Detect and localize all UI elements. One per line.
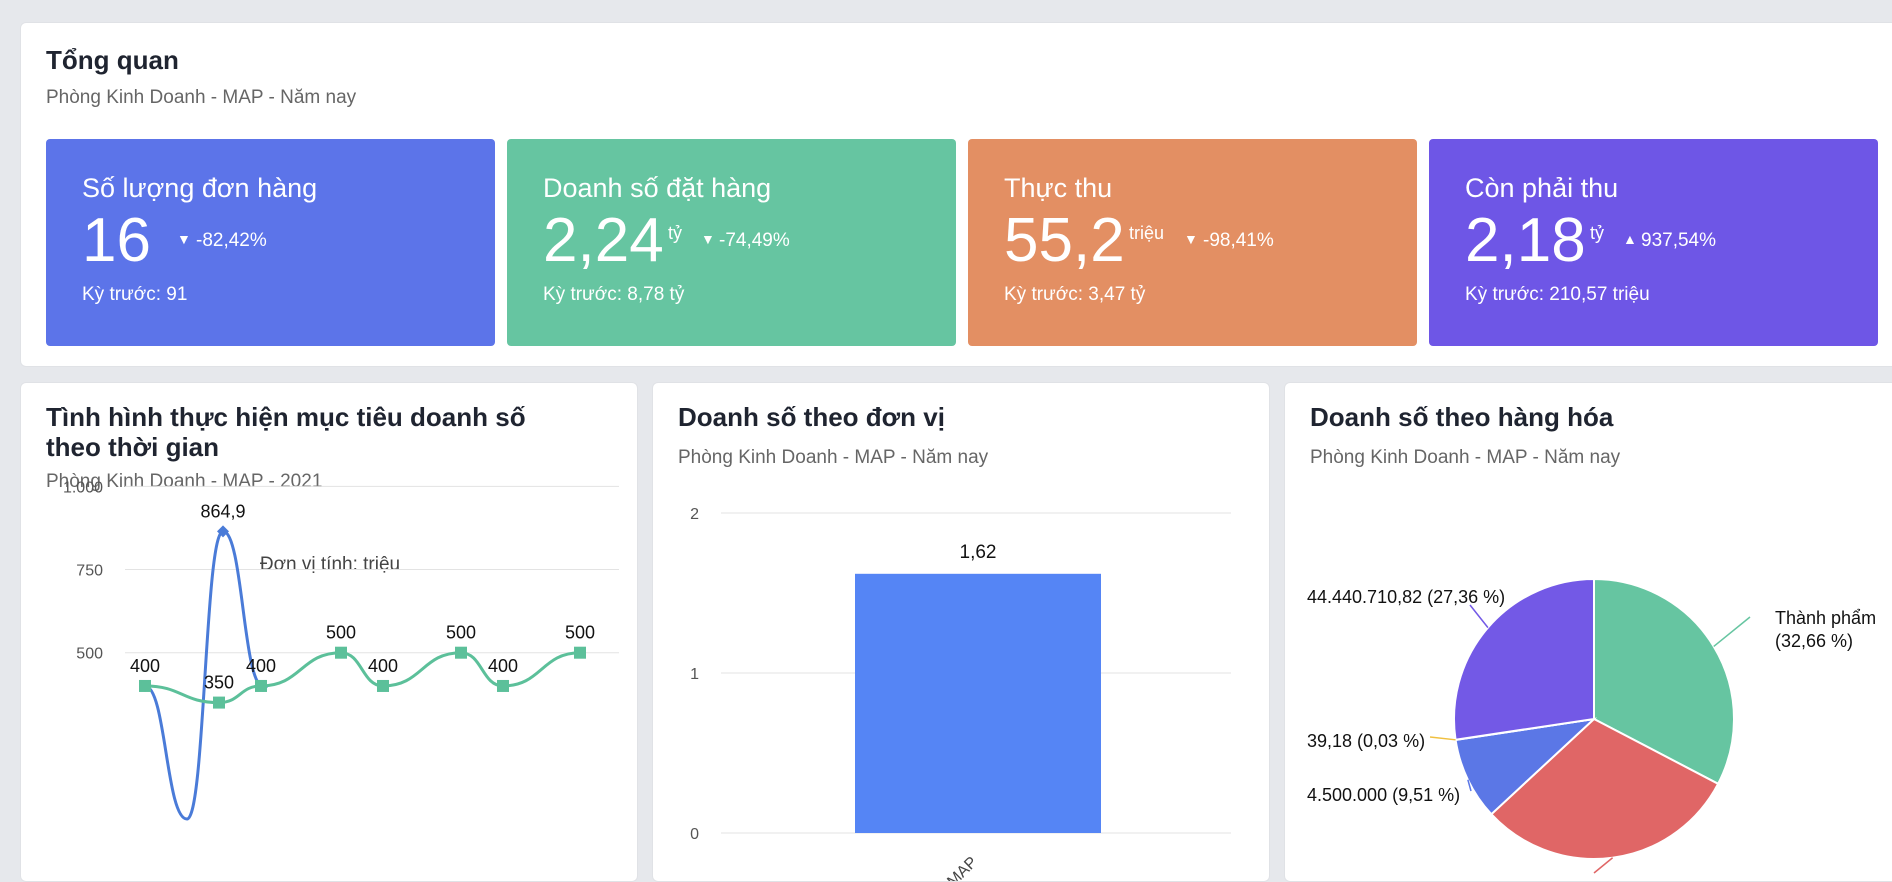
pie-label: Thành phẩm bbox=[1775, 608, 1876, 628]
pie-leader-line bbox=[1429, 736, 1456, 741]
kpi-actual-collected[interactable]: Thực thu 55,2 triệu ▼ -98,41% Kỳ trước: … bbox=[968, 139, 1417, 346]
pie-leader-line bbox=[1713, 616, 1751, 648]
product-chart-card: Doanh số theo hàng hóa Phòng Kinh Doanh … bbox=[1284, 382, 1892, 882]
kpi-change: -82,42% bbox=[196, 230, 267, 251]
pie-leader-line bbox=[1469, 604, 1489, 629]
kpi-value: 2,24 bbox=[543, 206, 664, 275]
product-pie-chart: Thành phẩm (32,66 %) 4.500.000 (9,51 %) 39,… bbox=[1307, 577, 1876, 874]
kpi-label: Doanh số đặt hàng bbox=[543, 173, 772, 203]
kpi-label: Thực thu bbox=[1004, 173, 1113, 203]
unit-chart-card: Doanh số theo đơn vị Phòng Kinh Doanh - … bbox=[652, 382, 1270, 882]
pie-label: 44.440.710,82 (27,36 %) bbox=[1307, 587, 1505, 607]
data-label: 500 bbox=[446, 623, 476, 643]
kpi-unit: tỷ bbox=[668, 223, 683, 243]
y-tick-label: 1.000 bbox=[63, 479, 103, 496]
unit-bar-chart: 0121,62MAP bbox=[690, 506, 1231, 881]
kpi-receivable[interactable]: Còn phải thu 2,18 tỷ ▲ 937,54% Kỳ trước:… bbox=[1429, 139, 1878, 346]
target-chart-card: Tình hình thực hiện mục tiêu doanh số th… bbox=[20, 382, 638, 882]
data-point bbox=[139, 679, 151, 692]
data-label: 400 bbox=[488, 656, 518, 676]
chart-unit-label: Đơn vị tính: triệu bbox=[260, 554, 400, 575]
bar-value-label: 1,62 bbox=[960, 542, 997, 563]
kpi-previous: Kỳ trước: 8,78 tỷ bbox=[543, 284, 685, 305]
data-label: 500 bbox=[565, 623, 595, 643]
caret-up-icon: ▲ bbox=[1623, 231, 1637, 247]
y-tick-label: 1 bbox=[690, 666, 699, 683]
bar bbox=[855, 573, 1101, 833]
pie-percent-label: (32,66 %) bbox=[1775, 631, 1853, 651]
y-tick-label: 500 bbox=[76, 646, 103, 663]
kpi-change: -74,49% bbox=[719, 230, 790, 251]
kpi-order-count[interactable]: Số lượng đơn hàng 16 ▼ -82,42% Kỳ trước:… bbox=[46, 139, 495, 346]
data-label: 350 bbox=[204, 673, 234, 693]
kpi-value: 16 bbox=[82, 206, 151, 275]
overview-title: Tổng quan bbox=[46, 45, 179, 75]
data-point bbox=[497, 679, 509, 692]
data-point bbox=[455, 646, 467, 659]
kpi-value: 2,18 bbox=[1465, 206, 1586, 275]
data-label: 864,9 bbox=[200, 501, 245, 521]
kpi-previous: Kỳ trước: 3,47 tỷ bbox=[1004, 284, 1146, 305]
data-label: 400 bbox=[246, 656, 276, 676]
kpi-value: 55,2 bbox=[1004, 206, 1125, 275]
kpi-previous: Kỳ trước: 91 bbox=[82, 284, 188, 305]
kpi-label: Số lượng đơn hàng bbox=[82, 173, 318, 203]
y-tick-label: 750 bbox=[76, 563, 103, 580]
data-point bbox=[335, 646, 347, 659]
caret-down-icon: ▼ bbox=[701, 231, 715, 247]
data-point bbox=[213, 696, 225, 709]
data-label: 500 bbox=[326, 623, 356, 643]
data-point bbox=[255, 679, 267, 692]
kpi-change: 937,54% bbox=[1641, 230, 1717, 251]
overview-card: Tổng quan Phòng Kinh Doanh - MAP - Năm n… bbox=[20, 22, 1892, 367]
kpi-label: Còn phải thu bbox=[1465, 173, 1619, 203]
data-point bbox=[574, 646, 586, 659]
kpi-unit: tỷ bbox=[1590, 223, 1605, 243]
pie-label: 4.500.000 (9,51 %) bbox=[1307, 785, 1460, 805]
y-tick-label: 0 bbox=[690, 826, 699, 843]
pie-label: 39,18 (0,03 %) bbox=[1307, 731, 1425, 751]
y-tick-label: 2 bbox=[690, 506, 699, 523]
data-point bbox=[377, 679, 389, 692]
kpi-change: -98,41% bbox=[1203, 230, 1274, 251]
caret-down-icon: ▼ bbox=[177, 231, 191, 247]
kpi-order-revenue[interactable]: Doanh số đặt hàng 2,24 tỷ ▼ -74,49% Kỳ t… bbox=[507, 139, 956, 346]
overview-subtitle: Phòng Kinh Doanh - MAP - Năm nay bbox=[46, 87, 357, 108]
kpi-unit: triệu bbox=[1129, 223, 1165, 243]
data-label: 400 bbox=[368, 656, 398, 676]
target-line-chart: Đơn vị tính: triệu 500 750 1.000 400 864,9 35… bbox=[63, 479, 619, 821]
caret-down-icon: ▼ bbox=[1184, 231, 1198, 247]
pie-leader-line bbox=[1593, 857, 1614, 874]
kpi-previous: Kỳ trước: 210,57 triệu bbox=[1465, 284, 1650, 305]
data-label: 400 bbox=[130, 656, 160, 676]
